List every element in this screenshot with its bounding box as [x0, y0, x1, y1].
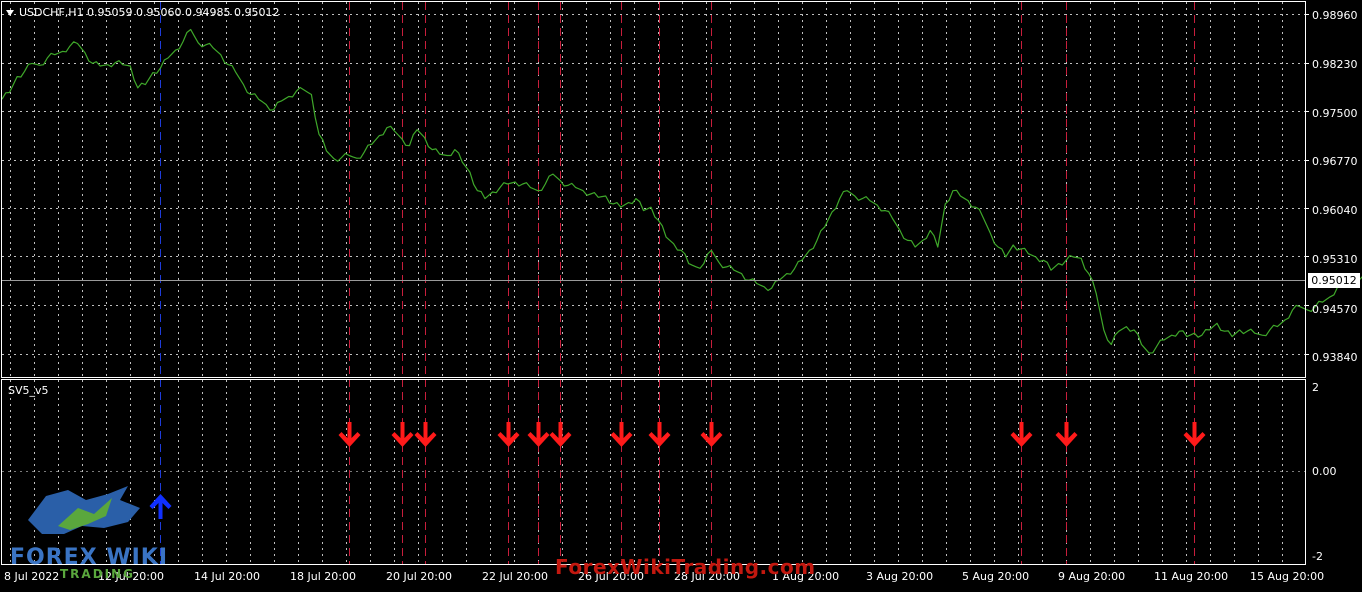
watermark-text: ForexWikiTrading.com: [555, 555, 816, 579]
time-label: 15 Aug 20:00: [1250, 570, 1325, 583]
sell-arrow-icon: [391, 422, 414, 447]
sell-arrow-icon: [414, 422, 437, 447]
time-label: 9 Aug 20:00: [1058, 570, 1126, 583]
price-label: 0.96040: [1312, 204, 1358, 217]
horizontal-grid: [2, 14, 1305, 355]
current-price-tag: 0.95012: [1308, 273, 1360, 288]
sell-arrow-icon: [527, 422, 550, 447]
time-label: 11 Aug 20:00: [1154, 570, 1229, 583]
signal-lines: [160, 2, 1195, 564]
price-line: [1, 28, 1362, 354]
sell-arrow-icon: [648, 422, 671, 447]
sell-arrow-icon: [1055, 422, 1078, 447]
chart-canvas[interactable]: [0, 0, 1362, 592]
indicator-panel-frame: [1, 379, 1306, 565]
indicator-axis-label: 2: [1312, 381, 1319, 394]
sell-arrow-icon: [549, 422, 572, 447]
dropdown-triangle-icon[interactable]: [6, 10, 14, 16]
time-label: 18 Jul 20:00: [290, 570, 356, 583]
price-label: 0.98960: [1312, 9, 1358, 22]
vertical-grid: [10, 2, 1283, 564]
sell-arrow-icon: [338, 422, 361, 447]
time-label: 22 Jul 20:00: [482, 570, 548, 583]
logo-subtext: TRADING: [60, 567, 136, 581]
indicator-axis-label: 0.00: [1312, 465, 1337, 478]
price-label: 0.93840: [1312, 351, 1358, 364]
price-label: 0.95310: [1312, 253, 1358, 266]
time-label: 14 Jul 20:00: [194, 570, 260, 583]
time-label: 3 Aug 20:00: [866, 570, 934, 583]
signal-arrows: [149, 422, 1206, 519]
sell-arrow-icon: [497, 422, 520, 447]
time-label: 20 Jul 20:00: [386, 570, 452, 583]
indicator-axis-label: -2: [1312, 550, 1323, 563]
price-label: 0.94570: [1312, 303, 1358, 316]
symbol-quote: USDCHF,H1 0.95059 0.95060 0.94985 0.9501…: [19, 6, 280, 19]
indicator-title: SV5_v5: [8, 384, 49, 397]
main-panel-frame: [1, 1, 1306, 378]
price-label: 0.98230: [1312, 58, 1358, 71]
price-label: 0.97500: [1312, 107, 1358, 120]
sell-arrow-icon: [700, 422, 723, 447]
price-label: 0.96770: [1312, 155, 1358, 168]
time-label: 5 Aug 20:00: [962, 570, 1030, 583]
chart-title: USDCHF,H1 0.95059 0.95060 0.94985 0.9501…: [6, 7, 280, 19]
sell-arrow-icon: [1010, 422, 1033, 447]
sell-arrow-icon: [1183, 422, 1206, 447]
sell-arrow-icon: [610, 422, 633, 447]
